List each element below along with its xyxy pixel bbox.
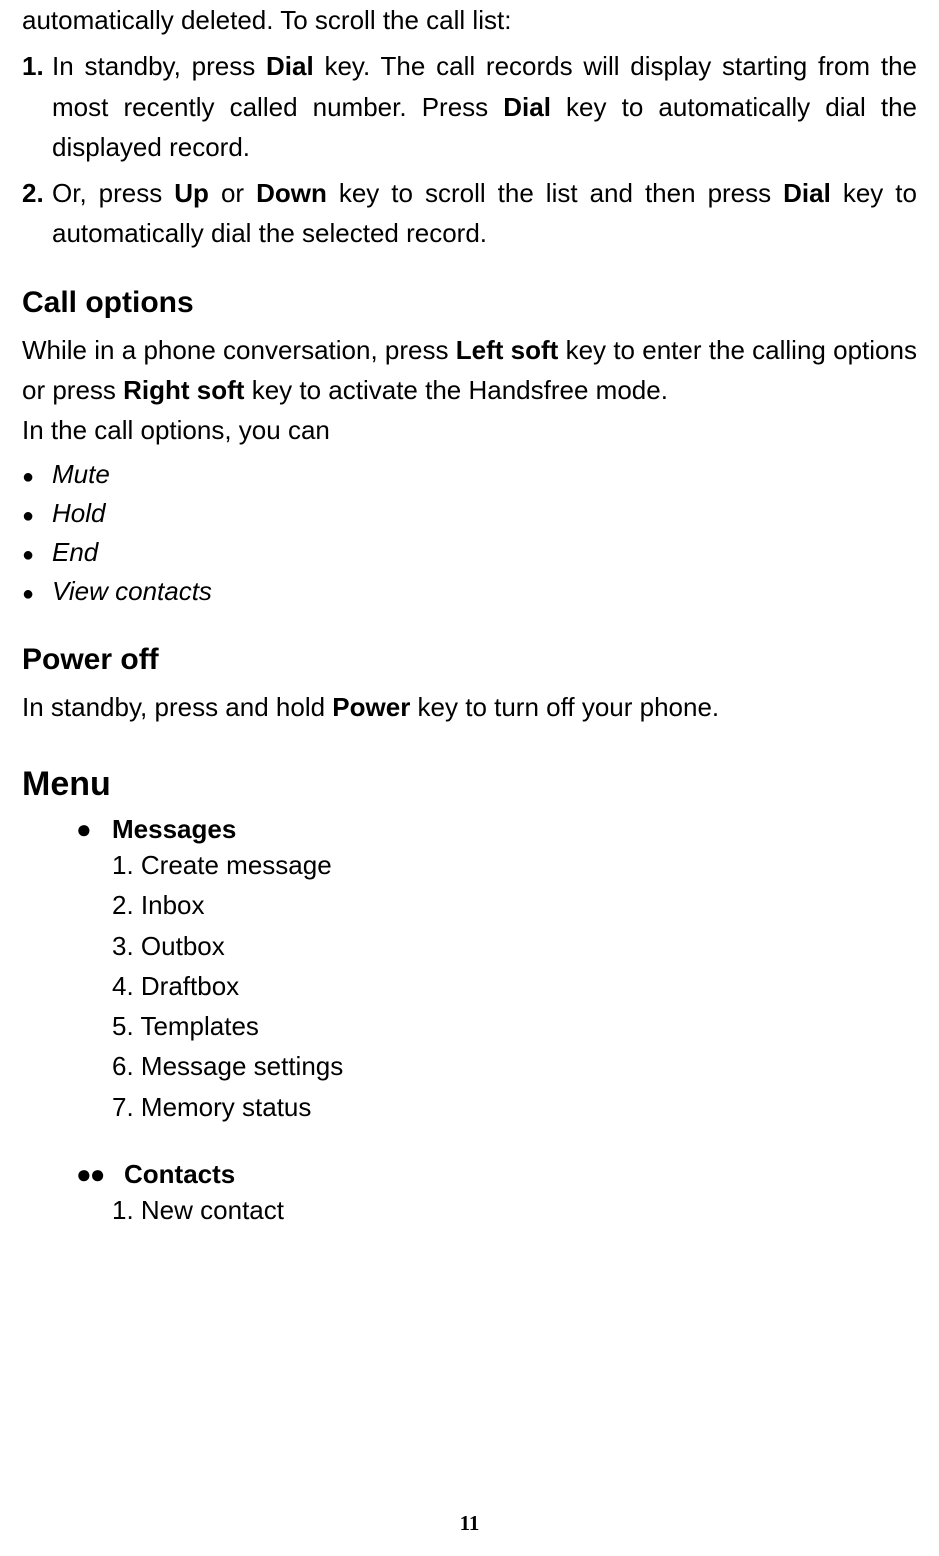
menu-category-name: Contacts [124,1159,235,1190]
menu-subitem: 1. New contact [112,1190,917,1230]
menu-heading: Menu [22,765,917,804]
call-options-leadin: In the call options, you can [22,410,917,450]
bullet-icon: ● [22,579,52,609]
menu-subitem: 2. Inbox [112,885,917,925]
menu-subitem: 4. Draftbox [112,966,917,1006]
step-body: Or, press Up or Down key to scroll the l… [52,173,917,254]
menu-category-name: Messages [112,814,236,845]
bullet-icon: ● [22,540,52,570]
menu-subitems: 1. New contact [76,1190,917,1230]
power-off-paragraph: In standby, press and hold Power key to … [22,687,917,727]
menu-subitems: 1. Create message2. Inbox3. Outbox4. Dra… [76,845,917,1127]
menu-category-dots: ● [76,814,112,845]
bullet-item: ●End [22,533,917,572]
call-options-bullets: ●Mute●Hold●End●View contacts [22,455,917,611]
menu-subitem: 5. Templates [112,1006,917,1046]
menu-subitem: 1. Create message [112,845,917,885]
bullet-item: ●View contacts [22,572,917,611]
menu-category: ●●Contacts [76,1159,917,1190]
bullet-label: Hold [52,494,105,533]
bullet-label: View contacts [52,572,212,611]
bullet-label: End [52,533,98,572]
step-number: 1. [22,46,52,167]
page-number: 11 [0,1511,939,1536]
menu-category-dots: ●● [76,1159,124,1190]
menu-subitem: 6. Message settings [112,1046,917,1086]
power-off-heading: Power off [22,643,917,677]
menu-category: ●Messages [76,814,917,845]
step-body: In standby, press Dial key. The call rec… [52,46,917,167]
bullet-item: ●Mute [22,455,917,494]
step-number: 2. [22,173,52,254]
menu-block: ●Messages1. Create message2. Inbox3. Out… [22,814,917,1230]
bullet-item: ●Hold [22,494,917,533]
bullet-label: Mute [52,455,110,494]
numbered-steps: 1.In standby, press Dial key. The call r… [22,46,917,253]
intro-line: automatically deleted. To scroll the cal… [22,0,917,40]
menu-subitem: 7. Memory status [112,1087,917,1127]
bullet-icon: ● [22,501,52,531]
call-options-heading: Call options [22,286,917,320]
call-options-paragraph: While in a phone conversation, press Lef… [22,330,917,411]
bullet-icon: ● [22,462,52,492]
manual-page: automatically deleted. To scroll the cal… [0,0,939,1556]
step-item: 1.In standby, press Dial key. The call r… [22,46,917,167]
step-item: 2.Or, press Up or Down key to scroll the… [22,173,917,254]
menu-subitem: 3. Outbox [112,926,917,966]
